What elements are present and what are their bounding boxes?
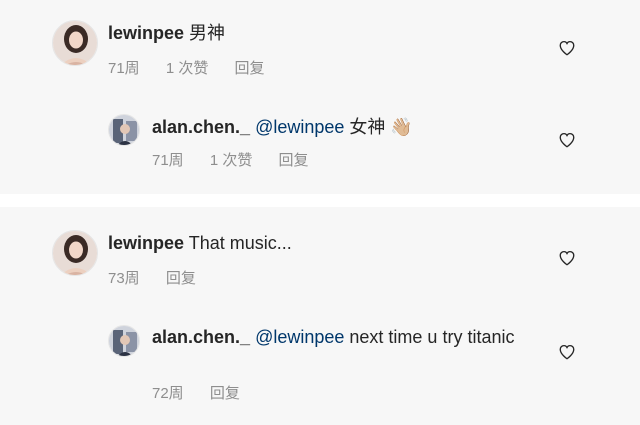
comment-meta: 71周 1 次赞 回复: [108, 57, 287, 78]
reply-time: 71周: [152, 152, 184, 169]
avatar[interactable]: [52, 20, 98, 66]
reply-mention[interactable]: @lewinpee: [255, 117, 344, 137]
heart-icon[interactable]: [558, 131, 576, 149]
reply-likes[interactable]: 1 次赞: [210, 152, 253, 169]
reply-button[interactable]: 回复: [166, 270, 196, 287]
reply-username[interactable]: alan.chen._: [152, 327, 250, 347]
reply-time: 72周: [152, 385, 184, 402]
reply-button[interactable]: 回复: [235, 60, 265, 77]
comment-text: That music...: [188, 233, 292, 253]
reply-mention[interactable]: @lewinpee: [255, 327, 344, 347]
comment-time: 73周: [108, 270, 140, 287]
reply-body: alan.chen._ @lewinpee next time u try ti…: [152, 326, 532, 348]
reply-meta: 71周 1 次赞 回复: [152, 149, 331, 170]
comment-meta: 73周 回复: [108, 267, 218, 288]
heart-icon[interactable]: [558, 39, 576, 57]
reply-text: 女神: [349, 117, 386, 137]
reply-body: alan.chen._ @lewinpee 女神 👋🏼: [152, 116, 413, 138]
comment-time: 71周: [108, 60, 140, 77]
comment-username[interactable]: lewinpee: [108, 23, 184, 43]
waving-hand-emoji: 👋🏼: [390, 117, 413, 137]
avatar[interactable]: [52, 230, 98, 276]
reply-text: next time u try titanic: [349, 327, 515, 347]
comment-body: lewinpee That music...: [108, 232, 292, 254]
comment-likes[interactable]: 1 次赞: [166, 60, 209, 77]
reply-meta: 72周 回复: [152, 382, 262, 403]
reply-button[interactable]: 回复: [210, 385, 240, 402]
avatar[interactable]: [108, 325, 140, 357]
avatar[interactable]: [108, 114, 140, 146]
reply-button[interactable]: 回复: [279, 152, 309, 169]
comment-body: lewinpee 男神: [108, 22, 225, 44]
comment-thread-2: [0, 207, 640, 425]
heart-icon[interactable]: [558, 343, 576, 361]
comment-text: 男神: [189, 23, 226, 43]
comment-username[interactable]: lewinpee: [108, 233, 184, 253]
reply-username[interactable]: alan.chen._: [152, 117, 250, 137]
thread-divider: [0, 194, 640, 207]
heart-icon[interactable]: [558, 249, 576, 267]
